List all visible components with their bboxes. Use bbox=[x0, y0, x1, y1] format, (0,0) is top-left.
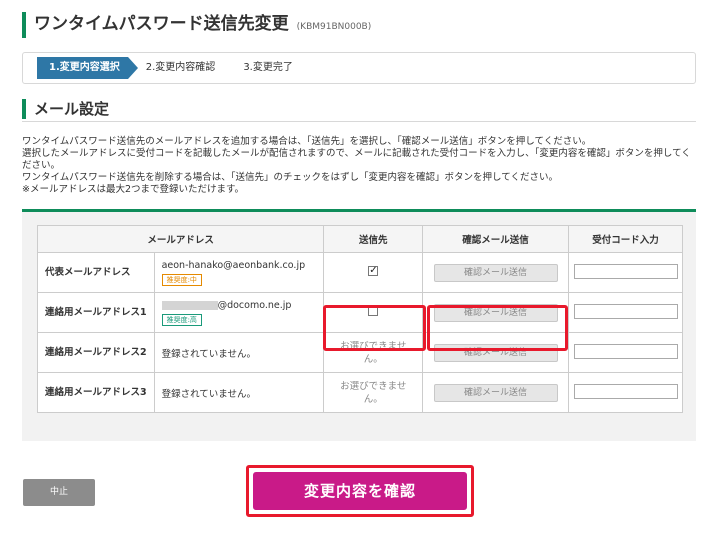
description-line-3: ださい。 bbox=[22, 160, 61, 171]
description-line-2: 選択したメールアドレスに受付コードを記載したメールが配信されますので、メールに記… bbox=[22, 148, 691, 159]
row-confirm: 確認メール送信 bbox=[422, 252, 570, 293]
description-line-1: ワンタイムパスワード送信先のメールアドレスを追加する場合は、「送信先」を選択し、… bbox=[22, 136, 592, 147]
sendto-checkbox[interactable] bbox=[368, 264, 379, 277]
reception-code-input[interactable] bbox=[573, 343, 678, 359]
step-1: 1.変更内容選択 bbox=[37, 57, 138, 79]
page-title-text: ワンタイムパスワード送信先変更 bbox=[34, 14, 289, 34]
table-header-row: メールアドレス 送信先 確認メール送信 受付コード入力 bbox=[36, 225, 683, 253]
description: ワンタイムパスワード送信先のメールアドレスを追加する場合は、「送信先」を選択し、… bbox=[22, 136, 702, 196]
section-accent-bar bbox=[22, 98, 26, 119]
row-label: 連絡用メールアドレス2 bbox=[37, 332, 155, 373]
recommend-badge: 推奨度:中 bbox=[161, 274, 202, 286]
section-title: メール設定 bbox=[22, 96, 696, 122]
row-sendto: お選びできません。 bbox=[323, 372, 424, 413]
step-2: 2.変更内容確認 bbox=[145, 62, 216, 73]
row-address: 登録されていません。 bbox=[153, 332, 325, 373]
reception-code-input[interactable] bbox=[573, 263, 678, 279]
row-address: 登録されていません。 bbox=[153, 372, 325, 413]
header-sendto: 送信先 bbox=[323, 225, 424, 253]
row-code bbox=[568, 252, 683, 293]
row-code bbox=[568, 372, 683, 413]
send-confirm-mail-button[interactable]: 確認メール送信 bbox=[433, 383, 558, 402]
row-sendto bbox=[323, 252, 424, 293]
row-address: aeon-hanako@aeonbank.co.jp 推奨度:中 bbox=[153, 252, 325, 293]
email-address: @docomo.ne.jp bbox=[161, 299, 324, 312]
row-code bbox=[568, 332, 683, 373]
reception-code-input[interactable] bbox=[573, 303, 678, 319]
row-label: 代表メールアドレス bbox=[37, 252, 155, 293]
page-code: (KBM91BN000B) bbox=[296, 22, 372, 32]
highlight-confirm-mail bbox=[427, 305, 568, 351]
send-confirm-mail-button[interactable]: 確認メール送信 bbox=[433, 263, 558, 282]
highlight-sendto bbox=[323, 305, 426, 351]
row-label: 連絡用メールアドレス3 bbox=[37, 372, 155, 413]
row-label: 連絡用メールアドレス1 bbox=[37, 292, 155, 333]
header-code: 受付コード入力 bbox=[568, 225, 683, 253]
row-code bbox=[568, 292, 683, 333]
page-title: ワンタイムパスワード送信先変更 (KBM91BN000B) bbox=[22, 12, 371, 38]
table-row: 連絡用メールアドレス3 登録されていません。 お選びできません。 確認メール送信 bbox=[37, 372, 683, 413]
masked-address bbox=[161, 301, 218, 310]
step-3: 3.変更完了 bbox=[243, 62, 293, 73]
row-address: @docomo.ne.jp 推奨度:高 bbox=[153, 292, 325, 333]
recommend-badge: 推奨度:高 bbox=[161, 314, 202, 326]
table-row: 代表メールアドレス aeon-hanako@aeonbank.co.jp 推奨度… bbox=[37, 252, 683, 293]
reception-code-input[interactable] bbox=[573, 383, 678, 399]
confirm-changes-button[interactable]: 変更内容を確認 bbox=[253, 472, 467, 510]
description-line-4: ワンタイムパスワード送信先を削除する場合は、「送信先」のチェックをはずし「変更内… bbox=[22, 172, 558, 183]
step-indicator: 1.変更内容選択 2.変更内容確認 3.変更完了 bbox=[22, 52, 696, 84]
description-line-5: ※メールアドレスは最大2つまで登録いただけます。 bbox=[22, 184, 245, 195]
header-address: メールアドレス bbox=[36, 225, 325, 253]
email-address: aeon-hanako@aeonbank.co.jp bbox=[161, 260, 306, 271]
cancel-button[interactable]: 中止 bbox=[23, 479, 95, 506]
header-confirm: 確認メール送信 bbox=[422, 225, 570, 253]
row-confirm: 確認メール送信 bbox=[422, 372, 570, 413]
section-title-text: メール設定 bbox=[34, 100, 110, 118]
